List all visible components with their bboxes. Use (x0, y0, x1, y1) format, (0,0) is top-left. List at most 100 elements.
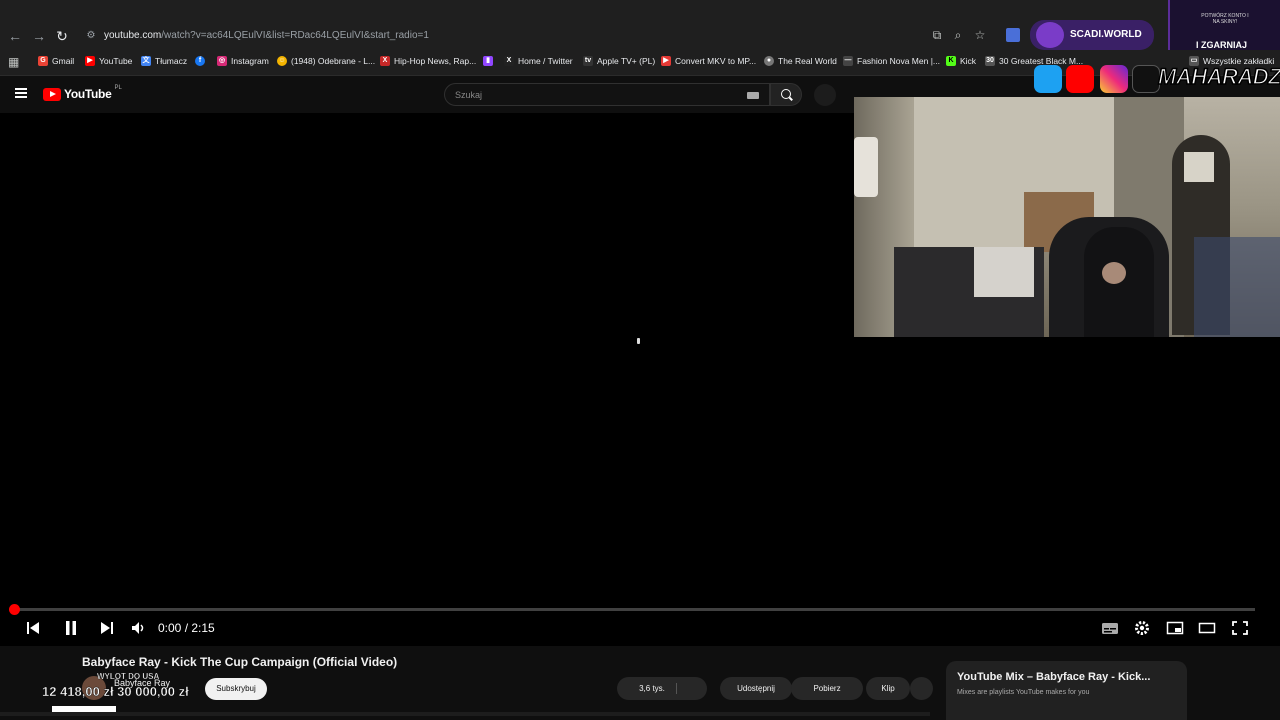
apple-tv-icon: tv (583, 56, 593, 66)
previous-icon[interactable] (24, 620, 42, 636)
description-strip (0, 712, 930, 716)
more-actions-button[interactable] (910, 677, 933, 700)
hamburger-menu-icon[interactable] (15, 88, 27, 98)
forward-arrow-icon[interactable]: → (30, 27, 48, 45)
back-arrow-icon[interactable]: ← (6, 27, 24, 45)
youtube-header: YouTube PL Szukaj (0, 77, 854, 113)
youtube-wordmark: YouTube (64, 87, 112, 101)
scrubber-handle[interactable] (9, 604, 20, 615)
bookmark-convert-mkv[interactable]: ▶ Convert MKV to MP... (661, 56, 756, 66)
volume-icon[interactable] (130, 620, 148, 636)
webcam-streamer-face (1102, 262, 1126, 284)
next-icon[interactable] (98, 620, 116, 636)
x-icon: X (504, 56, 514, 66)
reload-icon[interactable]: ↻ (53, 27, 71, 45)
instagram-social-icon (1100, 65, 1128, 93)
mix-subtitle: Mixes are playlists YouTube makes for yo… (957, 689, 1090, 696)
sponsor-promo-text: I ZGARNIAJ (1196, 40, 1248, 50)
url-host: youtube.com (104, 30, 162, 41)
bookmark-real-world[interactable]: ● The Real World (764, 56, 837, 66)
youtube-social-icon (1066, 65, 1094, 93)
facebook-icon: f (195, 56, 205, 66)
sponsor-mascot-icon (1036, 22, 1064, 48)
keyboard-icon[interactable] (747, 92, 759, 99)
site-info-icon[interactable]: ⚙ (82, 27, 100, 45)
donation-goal-label: WYLOT DO USA (97, 672, 160, 681)
sponsor-promo-small: POTWÓRZ KONTO I NA SKINY! (1201, 13, 1249, 25)
donation-goal-amounts: 12 418,00 zł 30 000,00 zł (42, 684, 189, 699)
fashion-nova-icon: — (843, 56, 853, 66)
webcam-person-shirt (854, 137, 878, 197)
bookmark-hiphop-news[interactable]: X Hip-Hop News, Rap... (380, 56, 476, 66)
bookmark-label: YouTube (99, 56, 133, 66)
bookmark-label: The Real World (778, 56, 837, 66)
search-placeholder: Szukaj (455, 90, 483, 100)
zoom-icon[interactable]: ⌕ (951, 28, 965, 42)
bookmark-label: Tłumacz (155, 56, 188, 66)
download-button[interactable]: Pobierz (791, 677, 863, 700)
youtube-icon: ▶ (85, 56, 95, 66)
bookmark-fashion-nova[interactable]: — Fashion Nova Men |... (843, 56, 940, 66)
smiley-icon: ☺ (277, 56, 287, 66)
pause-icon[interactable] (62, 620, 80, 636)
url-path: /watch?v=ac64LQEulVI&list=RDac64LQEulVI&… (161, 30, 429, 41)
instagram-icon: ◎ (217, 56, 227, 66)
bookmark-label: Instagram (231, 56, 269, 66)
share-button[interactable]: Udostępnij (720, 677, 792, 700)
convert-icon: ▶ (661, 56, 671, 66)
xxl-icon: X (380, 56, 390, 66)
bookmark-translate[interactable]: 文 Tłumacz (141, 56, 187, 66)
bookmark-twitter[interactable]: X Home / Twitter (504, 56, 573, 66)
bookmark-odebrane[interactable]: ☺ (1948) Odebrane - L... (277, 56, 375, 66)
youtube-logo[interactable]: YouTube PL (43, 85, 122, 101)
apps-grid-icon[interactable]: ▦ (8, 55, 19, 69)
subtitles-icon[interactable] (1101, 620, 1119, 636)
bookmark-label: Apple TV+ (PL) (597, 56, 656, 66)
like-button[interactable]: 3,6 tys. (617, 677, 707, 700)
bookmark-label: Gmail (52, 56, 75, 66)
bookmark-apple-tv[interactable]: tv Apple TV+ (PL) (583, 56, 655, 66)
extension-icon[interactable] (1006, 28, 1020, 42)
bookmark-label: Home / Twitter (518, 56, 573, 66)
search-button[interactable] (770, 83, 802, 106)
like-dislike-divider (676, 683, 677, 694)
twitch-icon: ▮ (483, 56, 493, 66)
bookmark-label: Fashion Nova Men |... (857, 56, 940, 66)
real-world-icon: ● (764, 56, 774, 66)
webcam-picture (1184, 152, 1214, 182)
tiktok-icon (1132, 65, 1160, 93)
bookmark-youtube[interactable]: ▶ YouTube (85, 56, 132, 66)
miniplayer-icon[interactable] (1166, 620, 1184, 636)
bookmark-twitch[interactable]: ▮ (483, 56, 493, 66)
bookmark-star-icon[interactable]: ☆ (973, 28, 987, 42)
fullscreen-icon[interactable] (1231, 620, 1249, 636)
subscribe-button[interactable]: Subskrybuj (205, 678, 267, 700)
bookmark-label: (1948) Odebrane - L... (291, 56, 376, 66)
settings-gear-icon[interactable] (1133, 620, 1151, 636)
bookmark-gmail[interactable]: G Gmail (38, 56, 74, 66)
voice-search-button[interactable] (814, 84, 836, 106)
translate-icon: 文 (141, 56, 151, 66)
search-input[interactable]: Szukaj (444, 83, 770, 106)
like-count: 3,6 tys. (639, 684, 665, 693)
streamer-name: MAHARADZZA (1157, 63, 1280, 90)
bookmark-label: Hip-Hop News, Rap... (394, 56, 477, 66)
webcam-clothes (974, 247, 1034, 297)
address-bar[interactable]: youtube.com/watch?v=ac64LQEulVI&list=RDa… (104, 30, 429, 41)
bookmark-label: Kick (960, 56, 977, 66)
loading-spinner-icon (637, 338, 640, 344)
webcam-chair-right (1194, 237, 1280, 337)
bookmark-label: Convert MKV to MP... (675, 56, 757, 66)
country-code: PL (114, 85, 122, 91)
bookmark-instagram[interactable]: ◎ Instagram (217, 56, 269, 66)
install-app-icon[interactable]: ⧉ (930, 28, 944, 42)
youtube-play-icon (43, 87, 61, 101)
bookmark-kick[interactable]: K Kick (946, 56, 976, 66)
progress-bar[interactable] (14, 608, 1255, 611)
theater-mode-icon[interactable] (1198, 620, 1216, 636)
video-title: Babyface Ray - Kick The Cup Campaign (Of… (82, 655, 398, 669)
clip-button[interactable]: Klip (866, 677, 910, 700)
mix-title: YouTube Mix – Babyface Ray - Kick... (957, 671, 1151, 683)
bookmark-facebook[interactable]: f (195, 56, 205, 66)
webcam-overlay (854, 97, 1280, 337)
